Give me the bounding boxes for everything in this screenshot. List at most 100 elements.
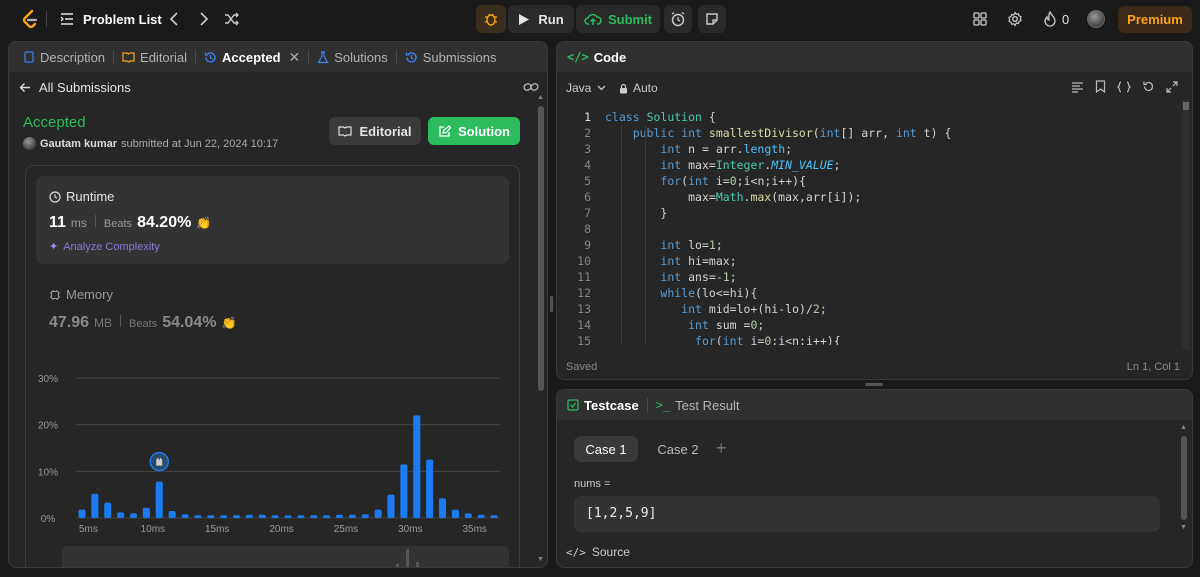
chevron-left-icon[interactable] [166, 11, 182, 27]
sparkle-icon: ✦ [49, 241, 59, 253]
braces-icon[interactable] [1117, 80, 1131, 93]
expand-icon[interactable] [1166, 80, 1178, 93]
problem-list-link[interactable]: Problem List [83, 12, 162, 27]
line-number-gutter: 1 2 3 4 5 6 7 8 9 10 11 12 13 14 15 [567, 109, 591, 349]
note-icon [706, 13, 718, 25]
chart-bar [400, 464, 408, 518]
chart-bar [426, 459, 434, 518]
editorial-button[interactable]: Editorial [329, 117, 421, 145]
chart-bar [310, 515, 318, 518]
chevron-right-icon[interactable] [196, 11, 212, 27]
language-select[interactable]: Java [566, 81, 606, 95]
tab-description[interactable]: Description [17, 42, 111, 72]
line-number: 4 [584, 158, 591, 172]
tab-code[interactable]: </> Code [567, 42, 632, 72]
chart-bar [348, 514, 356, 518]
line-number: 2 [584, 126, 591, 140]
format-icon[interactable] [1071, 80, 1084, 93]
chart-bar [168, 511, 176, 518]
case-2-tab[interactable]: Case 2 [646, 436, 710, 462]
add-case-button[interactable]: + [716, 438, 727, 458]
source-link[interactable]: </> Source [566, 545, 630, 559]
y-tick-label: 20% [38, 421, 58, 432]
premium-button[interactable]: Premium [1118, 6, 1192, 33]
runtime-title: Runtime [66, 189, 115, 204]
runtime-card[interactable]: Runtime 11 ms Beats 84.20% 👏 ✦ Analyze C… [36, 176, 509, 264]
submitted-text: submitted at Jun 22, 2024 10:17 [121, 137, 279, 150]
case-1-tab[interactable]: Case 1 [574, 436, 638, 462]
close-icon[interactable]: ✕ [289, 49, 301, 66]
tab-submissions[interactable]: Submissions [399, 42, 503, 72]
mode-indicator[interactable]: Auto [619, 81, 658, 95]
line-number: 14 [577, 318, 591, 332]
streak-fire-icon[interactable] [1042, 11, 1058, 27]
leetcode-logo-icon[interactable] [20, 9, 40, 29]
clap-icon: 👏 [196, 216, 212, 230]
chart-bar [335, 514, 344, 518]
runtime-unit: ms [70, 216, 87, 230]
runtime-distribution-chart[interactable]: 30% 20% 10% 0% 5ms 10ms 15ms 20ms 25ms 30ms 35ms [26, 366, 506, 556]
editor-status: Saved [566, 361, 598, 373]
chart-bar [194, 515, 202, 518]
code-line: int max=Integer.MIN_VALUE; [660, 158, 841, 172]
timer-button[interactable] [664, 5, 692, 33]
bug-icon [485, 13, 497, 26]
memory-title: Memory [66, 287, 113, 302]
chart-bar [477, 514, 485, 518]
horizontal-splitter[interactable] [865, 383, 883, 386]
tab-solutions[interactable]: Solutions [311, 42, 393, 72]
left-tabs: Description Editorial Accepted ✕ Solutio… [9, 42, 547, 72]
code-header: </> Code [557, 42, 1192, 72]
shuffle-icon[interactable] [224, 11, 240, 27]
code-editor[interactable]: class Solution { public int smallestDivi… [605, 109, 1175, 345]
edit-icon [439, 124, 451, 137]
back-link[interactable]: All Submissions [19, 80, 131, 95]
chart-bar [220, 515, 228, 518]
gear-icon[interactable] [1007, 11, 1023, 27]
left-scrollbar[interactable]: ▲ ▼ [537, 94, 545, 567]
solution-button[interactable]: Solution [428, 117, 520, 145]
flask-icon [317, 50, 329, 63]
bookmark-icon[interactable] [1095, 80, 1106, 93]
tab-testcase[interactable]: Testcase [565, 390, 645, 420]
scroll-thumb[interactable] [538, 106, 544, 391]
memory-card[interactable]: Memory 47.96 MB Beats 54.04% 👏 [36, 278, 509, 338]
nums-input[interactable]: [1,2,5,9] [574, 496, 1160, 532]
line-number: 7 [584, 206, 591, 220]
run-button[interactable]: Run [508, 5, 574, 33]
tab-editorial[interactable]: Editorial [116, 42, 193, 72]
runtime-value: 11 [49, 214, 66, 231]
line-number: 5 [584, 174, 591, 188]
debug-button[interactable] [476, 5, 506, 33]
param-label: nums = [574, 478, 611, 490]
reset-icon[interactable] [1142, 80, 1155, 93]
code-line: int ans=-1; [660, 270, 737, 284]
layout-grid-icon[interactable] [972, 11, 988, 27]
line-number: 9 [584, 238, 591, 252]
editor-scrollbar[interactable] [1182, 100, 1190, 350]
testcase-scrollbar[interactable]: ▲ ▼ [1180, 424, 1188, 534]
analyze-complexity-link[interactable]: ✦ Analyze Complexity [49, 240, 160, 254]
chevron-down-icon [597, 85, 606, 91]
x-tick-label: 5ms [79, 524, 98, 535]
tab-accepted[interactable]: Accepted ✕ [198, 42, 306, 72]
indent-guide [645, 125, 646, 345]
submit-button[interactable]: Submit [576, 5, 660, 33]
problem-list-icon[interactable] [59, 11, 75, 27]
avatar[interactable] [1087, 10, 1105, 28]
y-tick-label: 10% [38, 467, 58, 478]
cloud-upload-icon [584, 13, 602, 25]
indent-guide [621, 125, 622, 345]
user-name[interactable]: Gautam kumar [40, 138, 117, 150]
link-icon[interactable] [523, 80, 539, 94]
book-icon [338, 126, 353, 137]
stats-container: Runtime 11 ms Beats 84.20% 👏 ✦ Analyze C… [25, 165, 520, 567]
clock-icon [49, 190, 61, 203]
chart-bar [104, 502, 112, 518]
vertical-splitter[interactable] [550, 296, 553, 312]
note-button[interactable] [698, 5, 726, 33]
code-line: while(lo<=hi){ [660, 286, 758, 300]
tab-test-result[interactable]: >_ Test Result [650, 390, 746, 420]
left-panel: Description Editorial Accepted ✕ Solutio… [8, 41, 548, 568]
